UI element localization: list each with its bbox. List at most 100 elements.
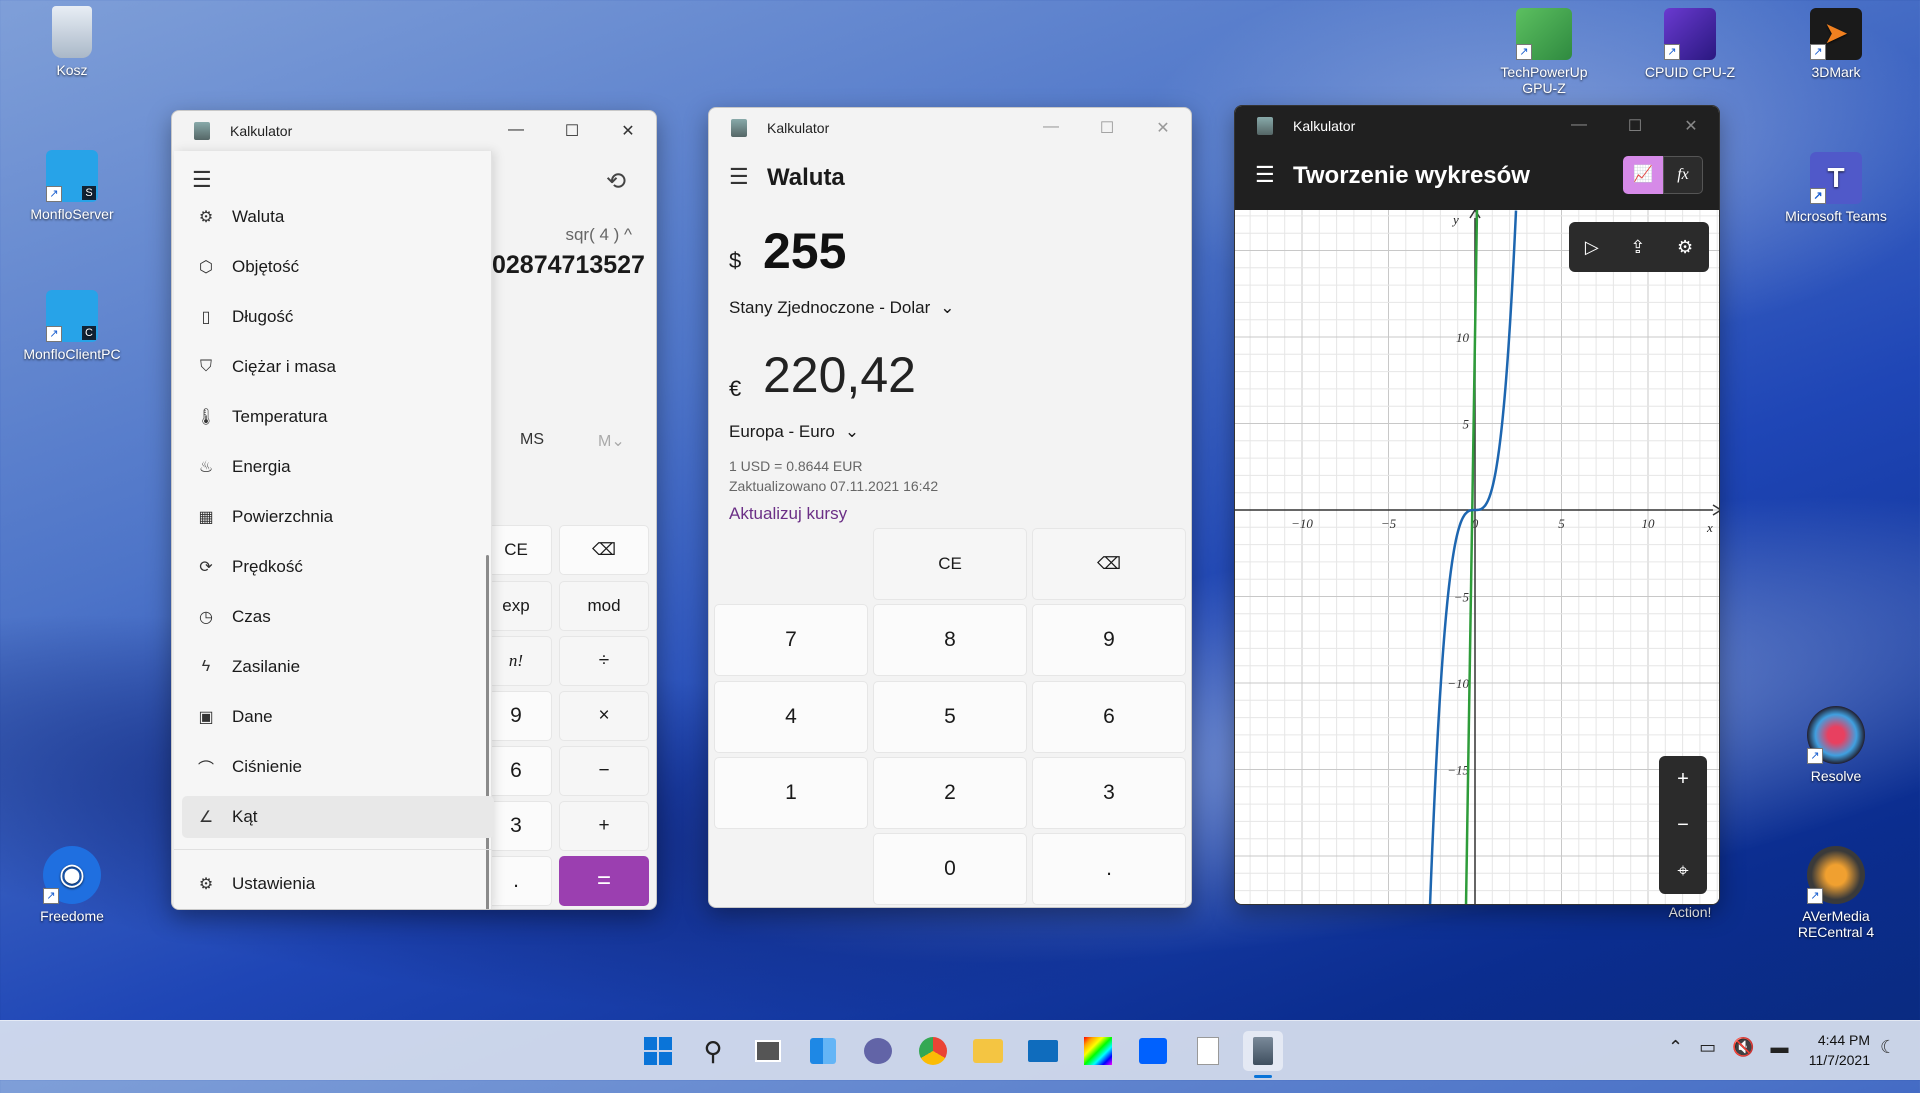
menu-item-dlugosc[interactable]: ▯ Długość: [182, 296, 494, 338]
desktop-icon-recycle-bin[interactable]: Kosz: [12, 6, 132, 78]
desktop-icon-resolve[interactable]: ↗ Resolve: [1776, 706, 1896, 784]
minimize-button[interactable]: —: [1551, 116, 1607, 136]
to-amount[interactable]: 220,42: [763, 346, 916, 404]
update-rates-link[interactable]: Aktualizuj kursy: [729, 504, 847, 524]
key-backspace[interactable]: ⌫: [559, 525, 649, 575]
to-currency-select[interactable]: Europa - Euro ⌄: [729, 422, 859, 442]
graph-settings-icon[interactable]: ⚙: [1677, 237, 1693, 258]
graph-canvas[interactable]: xy−10 −5 0 5 10105−5−10−15: [1235, 210, 1720, 905]
mail-button[interactable]: [1023, 1031, 1063, 1071]
maximize-button[interactable]: ☐: [1079, 118, 1135, 138]
title-bar[interactable]: Kalkulator — ☐ ✕: [709, 108, 1191, 148]
key-7[interactable]: 7: [714, 604, 868, 676]
dropbox-button[interactable]: [1133, 1031, 1173, 1071]
close-button[interactable]: ✕: [1135, 118, 1191, 138]
key-mod[interactable]: mod: [559, 581, 649, 631]
key-2[interactable]: 2: [873, 757, 1027, 829]
title-bar[interactable]: Kalkulator — ☐ ✕: [172, 111, 656, 151]
clock[interactable]: 4:44 PM 11/7/2021: [1800, 1030, 1870, 1070]
key-6[interactable]: 6: [1032, 681, 1186, 753]
desktop-icon-action[interactable]: Action!: [1630, 904, 1750, 920]
key-1[interactable]: 1: [714, 757, 868, 829]
key-equals[interactable]: =: [559, 856, 649, 906]
minimize-button[interactable]: —: [1023, 118, 1079, 138]
desktop-icon-gpuz[interactable]: ↗ TechPowerUp GPU-Z: [1484, 8, 1604, 96]
task-view-button[interactable]: [748, 1031, 788, 1071]
zoom-in-button[interactable]: +: [1677, 768, 1689, 791]
maximize-button[interactable]: ☐: [1607, 116, 1663, 136]
volume-muted-icon[interactable]: 🔇: [1732, 1037, 1754, 1058]
hamburger-menu-button[interactable]: ☰: [729, 164, 749, 190]
menu-item-label: Prędkość: [232, 557, 303, 576]
file-explorer-button[interactable]: [968, 1031, 1008, 1071]
maximize-button[interactable]: ☐: [544, 121, 600, 141]
key-5[interactable]: 5: [873, 681, 1027, 753]
battery-icon[interactable]: ▬: [1771, 1037, 1789, 1058]
start-button[interactable]: [638, 1031, 678, 1071]
desktop-icon-avermedia[interactable]: ↗ AVerMedia RECentral 4: [1776, 846, 1896, 940]
resolve-icon: ↗: [1807, 706, 1865, 764]
desktop-icon-3dmark[interactable]: ➤ ↗ 3DMark: [1776, 8, 1896, 80]
zoom-out-button[interactable]: −: [1677, 814, 1689, 837]
close-button[interactable]: ✕: [1663, 116, 1719, 136]
menu-item-temperatura[interactable]: 🌡 Temperatura: [182, 396, 494, 438]
widgets-button[interactable]: [803, 1031, 843, 1071]
memory-store-button[interactable]: MS: [520, 431, 544, 449]
hamburger-menu-button[interactable]: ☰: [192, 167, 212, 193]
key-9[interactable]: 9: [1032, 604, 1186, 676]
menu-item-settings[interactable]: ⚙ Ustawienia: [182, 863, 494, 905]
close-button[interactable]: ✕: [600, 121, 656, 141]
key-8[interactable]: 8: [873, 604, 1027, 676]
menu-item-czas[interactable]: ◷ Czas: [182, 596, 494, 638]
graph-view-button[interactable]: 📈: [1623, 156, 1663, 194]
menu-item-cisnienie[interactable]: ⌒ Ciśnienie: [182, 746, 494, 788]
calculator-taskbar-button[interactable]: [1243, 1031, 1283, 1071]
thermometer-icon: 🌡: [195, 409, 217, 426]
key-minus[interactable]: −: [559, 746, 649, 796]
menu-item-energia[interactable]: ♨ Energia: [182, 446, 494, 488]
menu-item-waluta[interactable]: ⚙ Waluta: [182, 196, 494, 238]
key-3[interactable]: 3: [1032, 757, 1186, 829]
from-amount[interactable]: 255: [763, 222, 846, 280]
share-icon[interactable]: ⇪: [1630, 237, 1645, 258]
key-4[interactable]: 4: [714, 681, 868, 753]
menu-item-predkosc[interactable]: ⟳ Prędkość: [182, 546, 494, 588]
network-icon[interactable]: ▭: [1699, 1037, 1716, 1058]
show-hidden-icons[interactable]: ⌃: [1668, 1037, 1683, 1058]
key-ce[interactable]: CE: [873, 528, 1027, 600]
desktop-icon-teams[interactable]: T ↗ Microsoft Teams: [1776, 152, 1896, 224]
menu-item-dane[interactable]: ▣ Dane: [182, 696, 494, 738]
desktop-icon-monfloserver[interactable]: ↗ S MonfloServer: [12, 150, 132, 222]
memory-list-button[interactable]: M⌄: [598, 431, 625, 451]
chat-button[interactable]: [858, 1031, 898, 1071]
key-backspace[interactable]: ⌫: [1032, 528, 1186, 600]
minimize-button[interactable]: —: [488, 121, 544, 141]
menu-item-powierzchnia[interactable]: ▦ Powierzchnia: [182, 496, 494, 538]
system-tray[interactable]: ⌃ ▭ 🔇 ▬: [1668, 1037, 1789, 1058]
title-bar[interactable]: Kalkulator — ☐ ✕: [1235, 106, 1719, 146]
focus-assist-moon-icon[interactable]: ☾: [1880, 1037, 1896, 1058]
chrome-button[interactable]: [913, 1031, 953, 1071]
chrome-icon: [919, 1037, 947, 1065]
hamburger-menu-button[interactable]: ☰: [1255, 162, 1275, 188]
key-multiply[interactable]: ×: [559, 691, 649, 741]
history-icon[interactable]: ⟲: [606, 167, 626, 196]
desktop-icon-monfloclientpc[interactable]: ↗ C MonfloClientPC: [12, 290, 132, 362]
key-divide[interactable]: ÷: [559, 636, 649, 686]
zoom-reset-button[interactable]: ⌖: [1677, 860, 1688, 883]
key-decimal[interactable]: .: [1032, 833, 1186, 905]
key-plus[interactable]: +: [559, 801, 649, 851]
notepad-button[interactable]: [1188, 1031, 1228, 1071]
key-0[interactable]: 0: [873, 833, 1027, 905]
search-button[interactable]: ⚲: [693, 1031, 733, 1071]
desktop-icon-cpuz[interactable]: ↗ CPUID CPU-Z: [1630, 8, 1750, 80]
menu-item-zasilanie[interactable]: ϟ Zasilanie: [182, 646, 494, 688]
trace-cursor-icon[interactable]: ▷: [1585, 237, 1599, 258]
menu-item-ciezar[interactable]: ⛉ Ciężar i masa: [182, 346, 494, 388]
from-currency-select[interactable]: Stany Zjednoczone - Dolar ⌄: [729, 298, 955, 318]
function-list-button[interactable]: fx: [1663, 156, 1703, 194]
menu-item-kat[interactable]: ∠ Kąt: [182, 796, 494, 838]
menu-item-objetosc[interactable]: ⬡ Objętość: [182, 246, 494, 288]
desktop-icon-freedome[interactable]: ◉ ↗ Freedome: [12, 846, 132, 924]
color-app-button[interactable]: [1078, 1031, 1118, 1071]
